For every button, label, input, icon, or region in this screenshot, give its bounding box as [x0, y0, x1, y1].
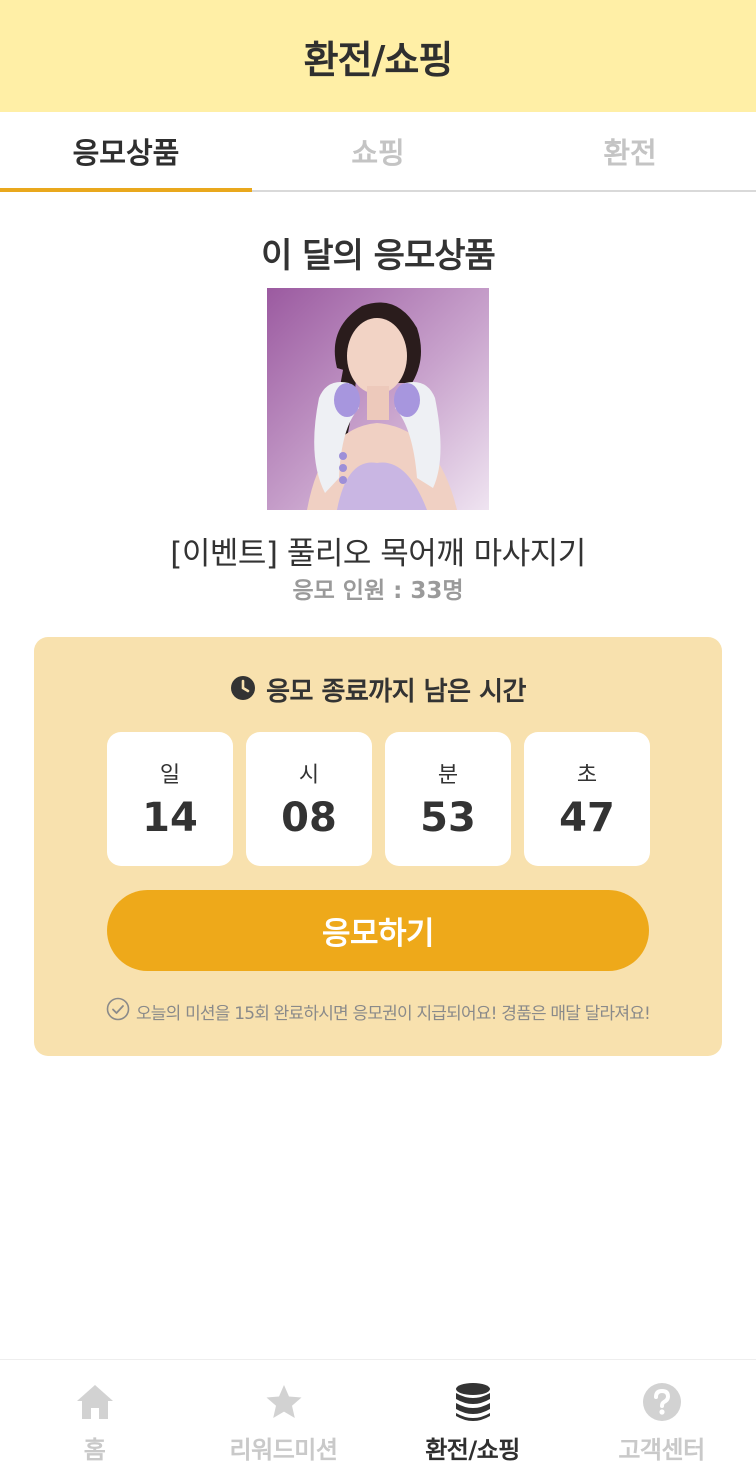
countdown-unit: 일 — [159, 763, 181, 788]
help-icon — [640, 1380, 684, 1424]
countdown-unit: 분 — [437, 763, 459, 788]
countdown-hours: 시 08 — [246, 732, 372, 866]
countdown-seconds: 초 47 — [524, 732, 650, 866]
timer-header: 응모 종료까지 남은 시간 — [34, 671, 722, 708]
countdown-unit: 초 — [576, 763, 598, 788]
apply-button[interactable]: 응모하기 — [107, 890, 649, 971]
coins-icon — [451, 1380, 495, 1424]
home-icon — [73, 1380, 117, 1424]
section-title: 이 달의 응모상품 — [261, 236, 496, 276]
countdown-unit: 시 — [298, 763, 320, 788]
product-image — [267, 288, 489, 510]
tab-exchange[interactable]: 환전 — [504, 112, 756, 190]
clock-icon — [230, 675, 256, 705]
nav-label: 홈 — [83, 1436, 106, 1464]
countdown-days: 일 14 — [107, 732, 233, 866]
nav-exchange-shopping[interactable]: 환전/쇼핑 — [378, 1360, 567, 1479]
product-name: [이벤트] 풀리오 목어깨 마사지기 — [170, 536, 586, 572]
countdown-panel: 응모 종료까지 남은 시간 일 14 시 08 분 53 초 47 응모하기 오… — [34, 637, 722, 1056]
countdown-value: 53 — [420, 795, 476, 841]
check-circle-icon — [106, 997, 130, 1025]
nav-label: 고객센터 — [618, 1436, 705, 1464]
notice-text: 오늘의 미션을 15회 완료하시면 응모권이 지급되어요! 경품은 매달 달라져… — [135, 1003, 651, 1024]
tab-prizes[interactable]: 응모상품 — [0, 112, 252, 192]
countdown-value: 08 — [281, 795, 337, 841]
nav-reward-mission[interactable]: 리워드미션 — [189, 1360, 378, 1479]
nav-home[interactable]: 홈 — [0, 1360, 189, 1479]
countdown-value: 47 — [559, 795, 615, 841]
app-header: 환전/쇼핑 — [0, 0, 756, 112]
nav-label: 환전/쇼핑 — [425, 1436, 520, 1464]
countdown-minutes: 분 53 — [385, 732, 511, 866]
countdown-boxes: 일 14 시 08 분 53 초 47 — [107, 732, 650, 866]
nav-label: 리워드미션 — [229, 1436, 338, 1464]
tab-bar: 응모상품 쇼핑 환전 — [0, 112, 756, 192]
applicant-count: 응모 인원 : 33명 — [292, 578, 464, 604]
star-icon — [262, 1380, 306, 1424]
countdown-value: 14 — [142, 795, 198, 841]
nav-customer-center[interactable]: 고객센터 — [567, 1360, 756, 1479]
timer-label: 응모 종료까지 남은 시간 — [266, 677, 526, 707]
notice: 오늘의 미션을 15회 완료하시면 응모권이 지급되어요! 경품은 매달 달라져… — [34, 997, 722, 1025]
bottom-nav: 홈 리워드미션 환전/쇼핑 고객센터 — [0, 1359, 756, 1479]
page-title: 환전/쇼핑 — [303, 37, 454, 82]
tab-shopping[interactable]: 쇼핑 — [252, 112, 504, 190]
